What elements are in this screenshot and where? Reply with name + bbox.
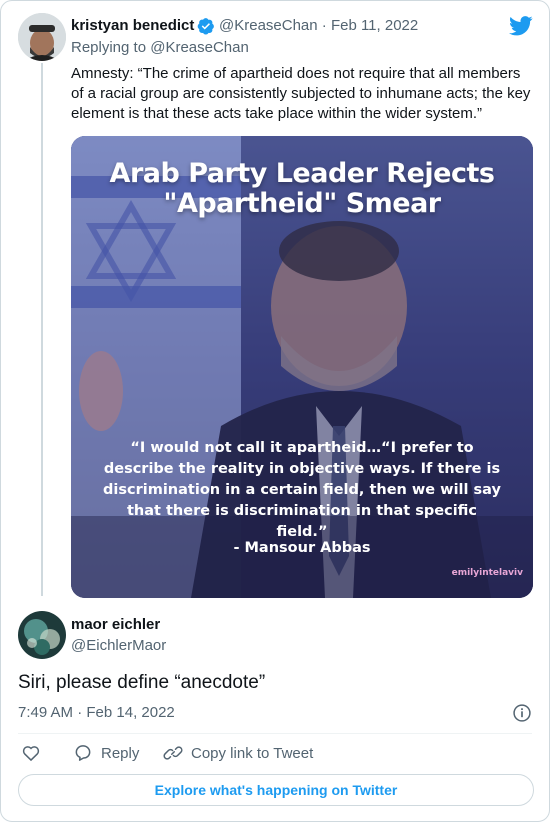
media-watermark: emilyintelaviv [451, 568, 523, 578]
heart-icon [22, 746, 40, 762]
explore-twitter-button[interactable]: Explore what's happening on Twitter [18, 774, 534, 806]
tweet-timestamp[interactable]: 7:49 AM · Feb 14, 2022 [18, 704, 175, 721]
embedded-tweet-card: kristyan benedict @KreaseChan · Feb 11, … [0, 0, 550, 822]
explore-label: Explore what's happening on Twitter [154, 782, 398, 798]
copy-link-action[interactable]: Copy link to Tweet [163, 743, 313, 763]
verified-badge-icon [197, 18, 214, 35]
like-action[interactable] [21, 743, 41, 763]
media-quote-text: “I would not call it apartheid…“I prefer… [103, 440, 501, 540]
tweet-text: Siri, please define “anecdote” [18, 672, 266, 693]
avatar-image [18, 13, 66, 61]
media-attribution: - Mansour Abbas [233, 540, 371, 556]
author-name[interactable]: maor eichler [71, 616, 160, 633]
author-handle[interactable]: @EichlerMaor [71, 637, 166, 654]
reply-action[interactable]: Reply [73, 743, 139, 763]
tweet-media-image[interactable]: Arab Party Leader Rejects "Apartheid" Sm… [71, 136, 533, 598]
reply-icon [75, 745, 91, 761]
tweet-text: Amnesty: “The crime of apartheid does no… [71, 65, 531, 122]
thread-connector-line [41, 63, 43, 596]
replying-to[interactable]: Replying to @KreaseChan [71, 39, 249, 56]
twitter-bird-icon[interactable] [509, 15, 533, 37]
copy-link-label: Copy link to Tweet [191, 744, 314, 762]
link-icon [163, 746, 183, 760]
avatar-kristyan[interactable] [18, 13, 66, 61]
avatar-maor[interactable] [18, 611, 66, 659]
author-name[interactable]: kristyan benedict [71, 17, 194, 34]
reply-label: Reply [101, 744, 140, 762]
avatar-image [18, 611, 66, 659]
handle-and-date[interactable]: @KreaseChan · Feb 11, 2022 [219, 17, 418, 34]
media-title-line1: Arab Party Leader Rejects [109, 158, 495, 189]
info-icon[interactable] [512, 703, 532, 723]
media-title-line2: "Apartheid" Smear [163, 188, 441, 219]
divider [18, 733, 532, 734]
